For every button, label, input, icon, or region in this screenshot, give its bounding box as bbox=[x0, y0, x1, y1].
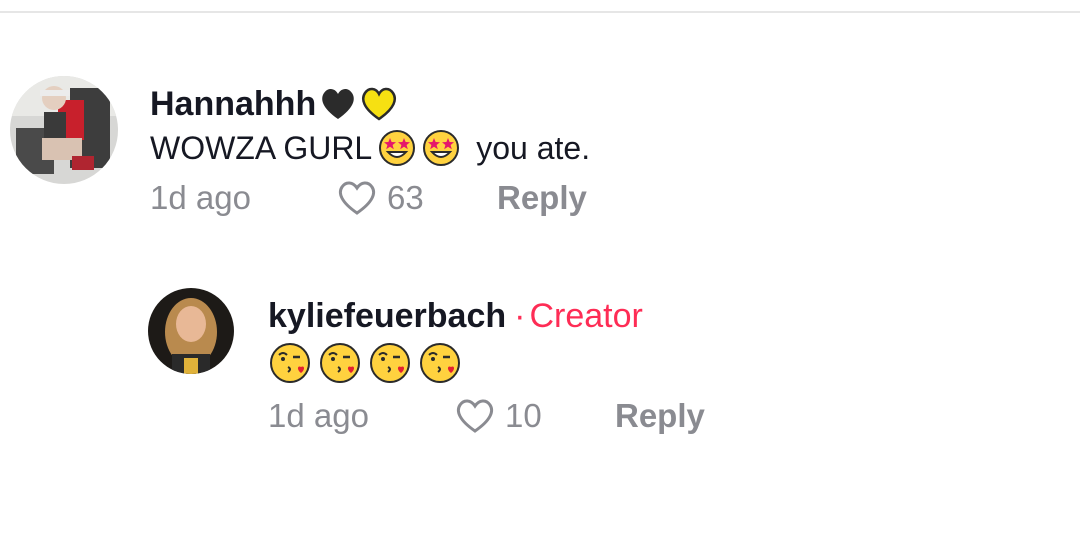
comment-body: Hannahhh WOWZA GURL you ate. 1d ago 63 R… bbox=[150, 82, 590, 220]
creator-badge: Creator bbox=[529, 297, 643, 335]
face-blowing-kiss-icon bbox=[268, 341, 312, 385]
reply-meta: 1d ago 10 Reply bbox=[268, 394, 705, 438]
heart-outline-icon[interactable] bbox=[453, 397, 497, 435]
username-row: kyliefeuerbach · Creator bbox=[268, 294, 705, 338]
like-button[interactable]: 63 bbox=[335, 176, 497, 220]
star-struck-face-icon bbox=[422, 129, 460, 167]
comment-text-after: you ate. bbox=[476, 130, 591, 166]
reply-body: kyliefeuerbach · Creator 1d ago 10 Reply bbox=[268, 294, 705, 438]
reply-button[interactable]: Reply bbox=[497, 176, 587, 220]
black-heart-icon bbox=[318, 86, 358, 122]
comment-text: WOWZA GURL you ate. bbox=[150, 126, 590, 170]
like-button[interactable]: 10 bbox=[453, 394, 615, 438]
separator-dot: · bbox=[514, 297, 526, 335]
face-blowing-kiss-icon bbox=[318, 341, 362, 385]
username-row: Hannahhh bbox=[150, 82, 590, 126]
avatar[interactable] bbox=[10, 76, 118, 184]
star-struck-face-icon bbox=[378, 129, 416, 167]
avatar[interactable] bbox=[148, 288, 234, 374]
comment-meta: 1d ago 63 Reply bbox=[150, 176, 590, 220]
username[interactable]: kyliefeuerbach bbox=[268, 294, 506, 338]
comment-text-before: WOWZA GURL bbox=[150, 130, 373, 166]
reply-text bbox=[268, 338, 705, 388]
face-blowing-kiss-icon bbox=[368, 341, 412, 385]
yellow-heart-icon bbox=[358, 86, 400, 122]
reply-button[interactable]: Reply bbox=[615, 394, 705, 438]
top-divider bbox=[0, 11, 1080, 13]
like-count: 10 bbox=[505, 397, 542, 434]
username-emoji bbox=[318, 86, 400, 122]
comment-time: 1d ago bbox=[150, 179, 251, 216]
face-blowing-kiss-icon bbox=[418, 341, 462, 385]
like-count: 63 bbox=[387, 179, 424, 216]
comment-time: 1d ago bbox=[268, 397, 369, 434]
username[interactable]: Hannahhh bbox=[150, 82, 316, 126]
heart-outline-icon[interactable] bbox=[335, 179, 379, 217]
